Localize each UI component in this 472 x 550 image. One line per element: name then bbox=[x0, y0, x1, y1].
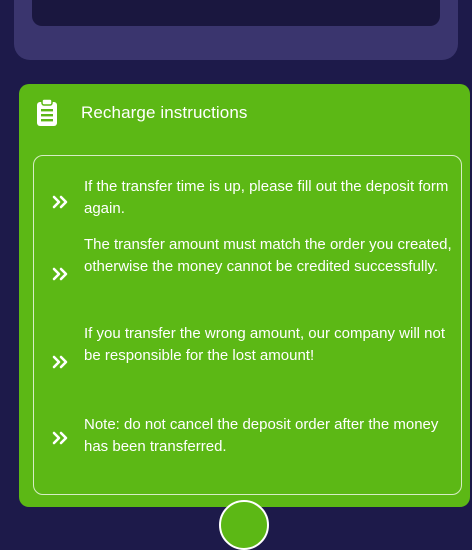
instruction-text: The transfer amount must match the order… bbox=[84, 236, 452, 275]
instruction-text: Note: do not cancel the deposit order af… bbox=[84, 416, 439, 455]
instruction-text: If you transfer the wrong amount, our co… bbox=[84, 325, 446, 364]
instructions-header: Recharge instructions bbox=[35, 98, 248, 128]
instruction-item: If you transfer the wrong amount, our co… bbox=[34, 325, 461, 408]
top-card-inner bbox=[32, 0, 440, 26]
clipboard-list-icon bbox=[35, 98, 61, 128]
instructions-list: If the transfer time is up, please fill … bbox=[33, 155, 462, 495]
instruction-text: If the transfer time is up, please fill … bbox=[84, 178, 449, 217]
double-chevron-right-icon bbox=[52, 431, 70, 445]
double-chevron-right-icon bbox=[52, 355, 70, 369]
page: Recharge instructions If the transfer ti… bbox=[0, 0, 472, 550]
instruction-item: The transfer amount must match the order… bbox=[34, 236, 461, 320]
instruction-item: Note: do not cancel the deposit order af… bbox=[34, 411, 461, 491]
double-chevron-right-icon bbox=[52, 267, 70, 281]
instructions-title: Recharge instructions bbox=[81, 103, 248, 122]
recharge-instructions-panel: Recharge instructions If the transfer ti… bbox=[19, 84, 470, 507]
bottom-circle-button[interactable] bbox=[219, 500, 269, 550]
double-chevron-right-icon bbox=[52, 195, 70, 209]
top-card bbox=[14, 0, 458, 60]
